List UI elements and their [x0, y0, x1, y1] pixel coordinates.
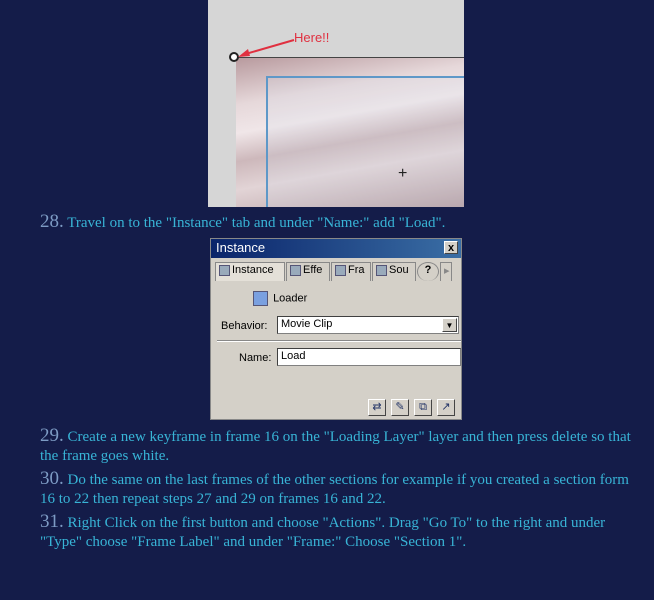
panel-title-bar: Instance x	[211, 239, 461, 258]
tab-scroll-arrow[interactable]: ▸	[440, 262, 452, 281]
instance-name-input[interactable]: Load	[277, 348, 461, 366]
tab-effect[interactable]: Effe	[286, 262, 330, 281]
edit-symbol-icon[interactable]: ✎	[391, 399, 409, 416]
selection-box	[266, 76, 464, 207]
panel-tabs: Instance Effe Fra Sou ? ▸	[211, 258, 461, 281]
step-31: 31. Right Click on the first button and …	[40, 511, 606, 550]
edit-in-place-icon[interactable]: ↗	[437, 399, 455, 416]
chevron-down-icon[interactable]: ▼	[442, 318, 457, 332]
instance-panel: Instance x Instance Effe Fra Sou ? ▸ Load…	[210, 238, 462, 420]
help-button[interactable]: ?	[417, 262, 439, 281]
behavior-select[interactable]: Movie Clip ▼	[277, 316, 459, 334]
name-label: Name:	[239, 352, 272, 364]
movie-clip-icon	[253, 291, 268, 306]
tab-sound[interactable]: Sou	[372, 262, 416, 281]
symbol-row: Loader	[253, 291, 307, 306]
step-28: 28. Travel on to the "Instance" tab and …	[40, 211, 446, 232]
screenshot-stage: Here!! +	[208, 0, 464, 207]
tab-frame[interactable]: Fra	[331, 262, 371, 281]
close-button[interactable]: x	[444, 241, 458, 254]
sound-icon	[376, 264, 387, 276]
crosshair-icon: +	[398, 165, 408, 182]
step-30: 30. Do the same on the last frames of th…	[40, 468, 629, 507]
tab-instance[interactable]: Instance	[215, 262, 285, 281]
instance-icon	[219, 264, 230, 276]
arrow-icon	[238, 39, 295, 57]
swap-symbol-icon[interactable]: ⇄	[368, 399, 386, 416]
duplicate-symbol-icon[interactable]: ⧉	[414, 399, 432, 416]
divider	[217, 340, 461, 342]
annotation-label: Here!!	[294, 30, 330, 45]
frame-icon	[335, 264, 346, 276]
behavior-label: Behavior:	[221, 320, 268, 332]
effect-icon	[290, 264, 301, 276]
step-29: 29. Create a new keyframe in frame 16 on…	[40, 425, 631, 464]
